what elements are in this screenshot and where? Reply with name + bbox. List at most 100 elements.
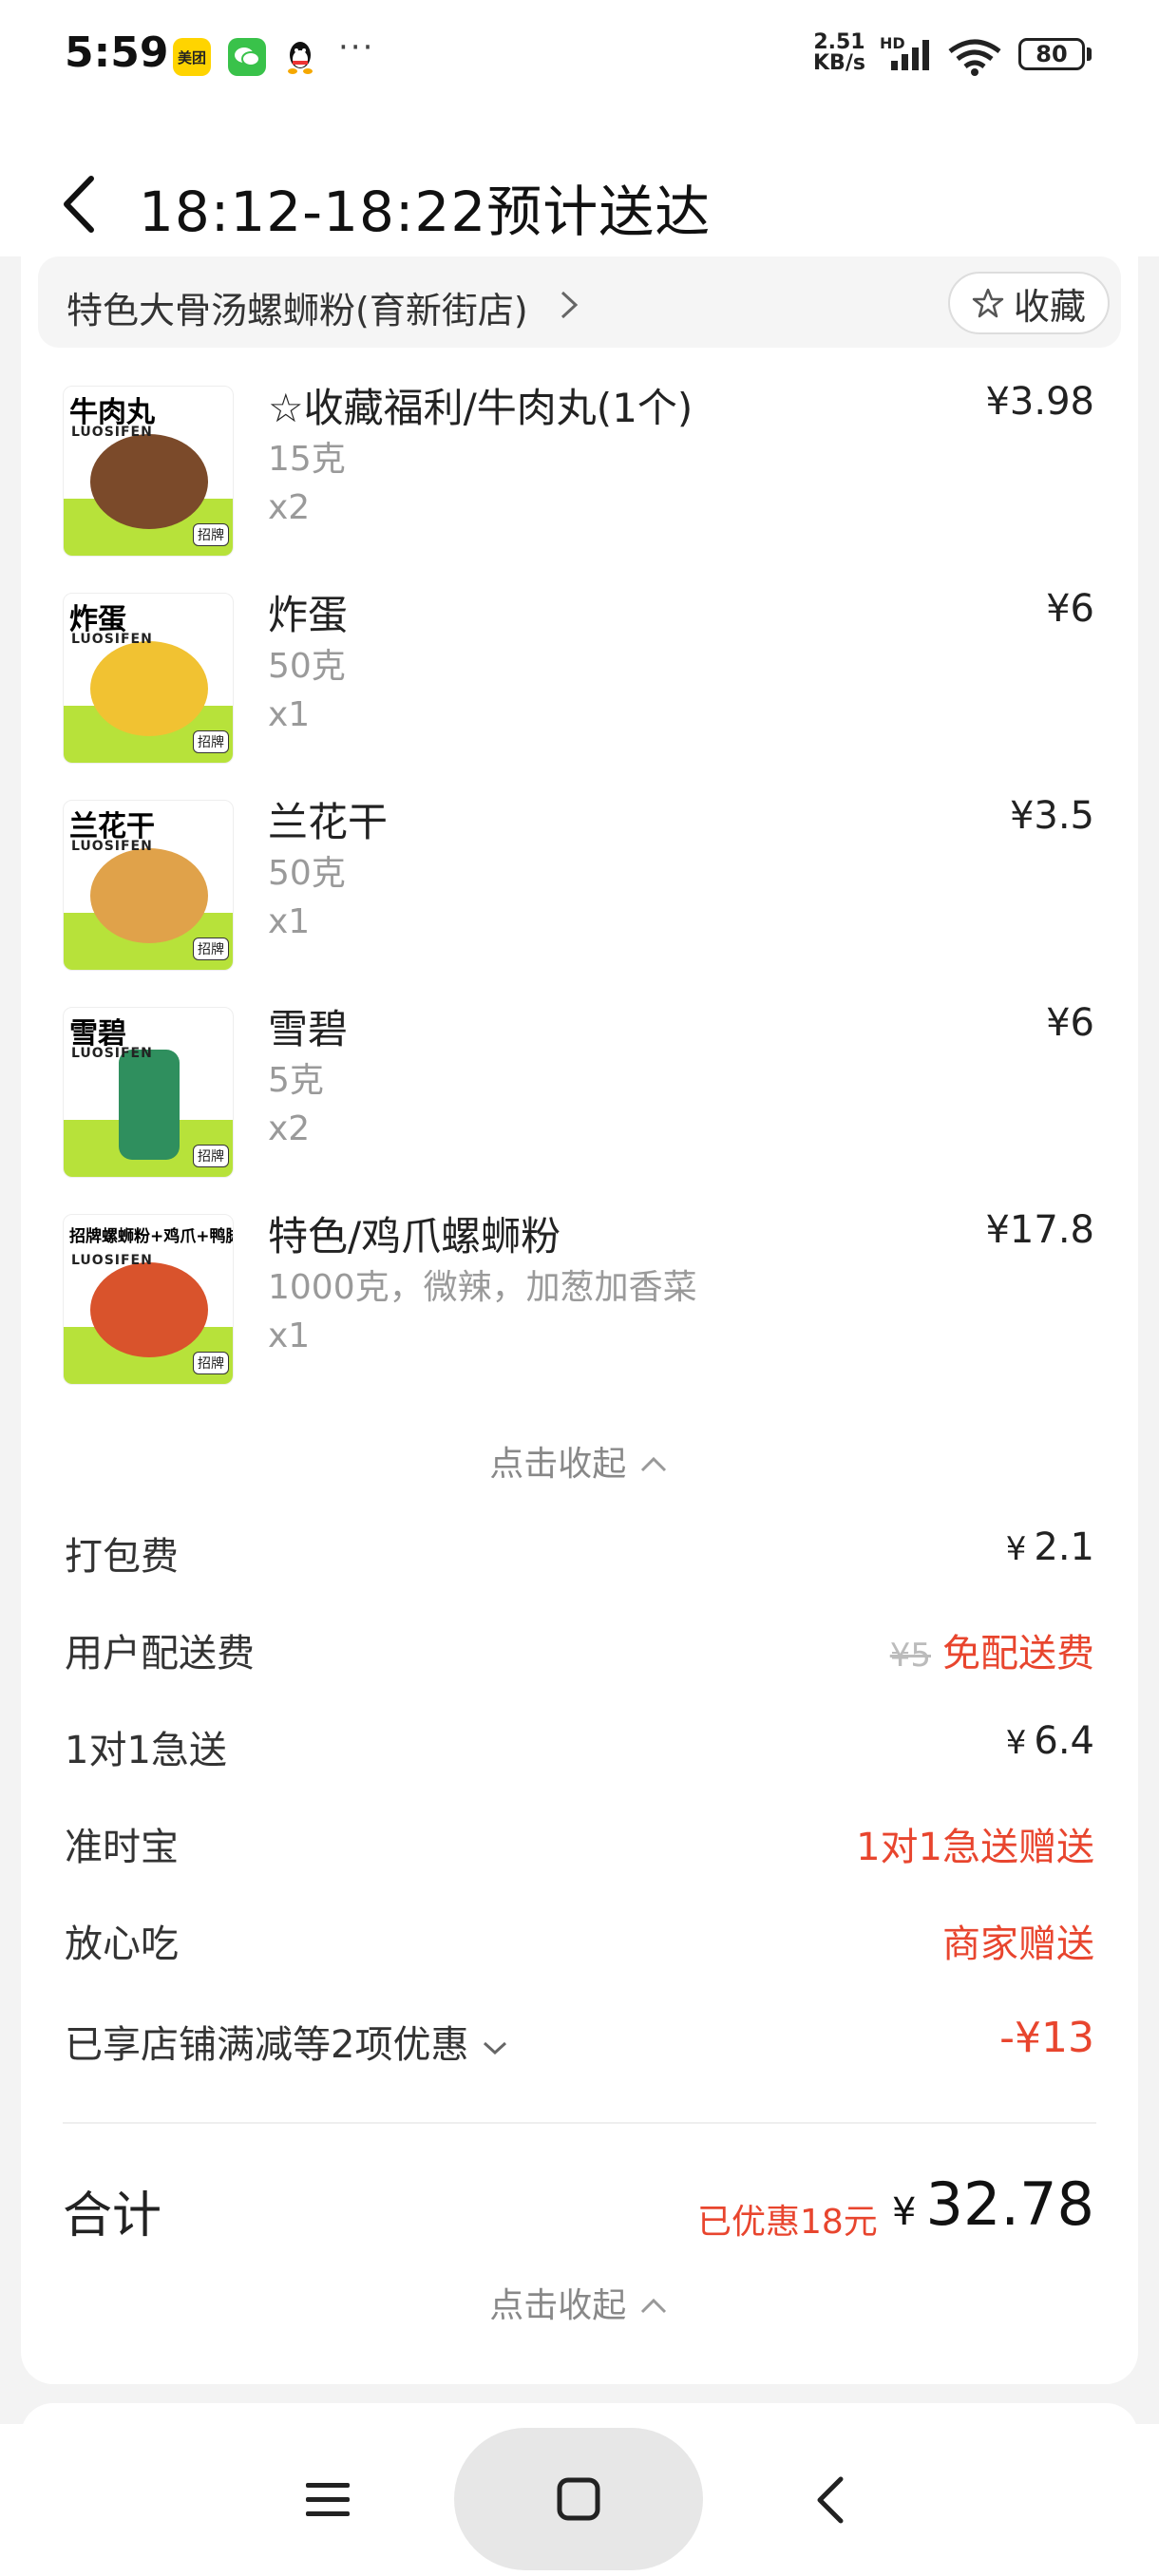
system-nav-bar [0, 2424, 1159, 2576]
express-fee-row: 1对1急送 ¥6.4 [21, 1719, 1138, 1786]
item-price: ¥6 [1046, 587, 1094, 631]
ontime-row: 准时宝 1对1急送赠送 [21, 1816, 1138, 1883]
item-thumbnail: 兰花干 LUOSIFEN 招牌 [63, 800, 234, 971]
menu-icon [306, 2483, 350, 2516]
net-speed-unit: KB/s [813, 51, 865, 75]
store-name[interactable]: 特色大骨汤螺蛳粉(育新街店) [66, 281, 528, 333]
item-quantity: x1 [268, 902, 311, 941]
chevron-down-icon [484, 2041, 507, 2055]
thumb-badge: 招牌 [193, 1352, 229, 1374]
battery-icon: 80 [1018, 38, 1085, 70]
thumb-badge: 招牌 [193, 730, 229, 753]
home-button[interactable] [454, 2428, 703, 2570]
safe-eat-row: 放心吃 商家赠送 [21, 1913, 1138, 1979]
discount-label[interactable]: 已享店铺满减等2项优惠 [65, 2014, 509, 2069]
item-thumbnail: 牛肉丸 LUOSIFEN 招牌 [63, 386, 234, 557]
chevron-right-icon [560, 291, 579, 319]
fee-value: ¥2.1 [1006, 1525, 1094, 1569]
order-item: 牛肉丸 LUOSIFEN 招牌 ☆收藏福利/牛肉丸(1个) 15克 x2 ¥3.… [21, 380, 1138, 576]
net-speed-value: 2.51 [813, 30, 865, 54]
item-spec: 50克 [268, 647, 346, 686]
fee-value: ¥5 免配送费 [890, 1622, 1094, 1677]
thumb-badge: 招牌 [193, 938, 229, 960]
discount-amount: -¥13 [999, 2014, 1094, 2062]
back-button[interactable] [770, 2434, 893, 2567]
collapse-label: 点击收起 [489, 1445, 627, 1484]
qq-icon [281, 38, 319, 76]
order-item: 兰花干 LUOSIFEN 招牌 兰花干 50克 x1 ¥3.5 [21, 794, 1138, 990]
ontime-value: 1对1急送赠送 [856, 1826, 1094, 1869]
food-image [90, 434, 208, 529]
item-name: 兰花干 [268, 799, 389, 845]
signal-icon [891, 40, 929, 70]
thumb-title: 招牌螺蛳粉+鸡爪+鸭脚 [69, 1227, 234, 1246]
order-item: 雪碧 LUOSIFEN 招牌 雪碧 5克 x2 ¥6 [21, 1001, 1138, 1197]
back-icon [817, 2476, 844, 2524]
fee-label: 打包费 [65, 1535, 179, 1579]
delivery-fee-row: 用户配送费 ¥5 免配送费 [21, 1622, 1138, 1689]
food-image [90, 848, 208, 943]
total-saved: 已优惠18元 [697, 2203, 878, 2242]
packing-fee-row: 打包费 ¥2.1 [21, 1525, 1138, 1592]
collapse-items-link[interactable]: 点击收起 [21, 1436, 1138, 1486]
clock: 5:59 [65, 28, 169, 77]
back-arrow-icon[interactable] [55, 171, 103, 237]
currency-symbol: ¥ [1005, 1724, 1027, 1762]
fee-label: 用户配送费 [65, 1632, 255, 1676]
item-price: ¥3.98 [985, 380, 1094, 424]
currency-symbol: ¥ [892, 2190, 917, 2234]
more-notifications-icon: ··· [338, 28, 375, 66]
item-name: 特色/鸡爪螺蛳粉 [268, 1213, 561, 1260]
item-quantity: x2 [268, 488, 311, 527]
food-image [90, 1262, 208, 1357]
thumb-subtitle: LUOSIFEN [71, 1046, 153, 1061]
favorite-label: 收藏 [1013, 285, 1086, 328]
discount-row[interactable]: 已享店铺满减等2项优惠 -¥13 [21, 2014, 1138, 2080]
page-title: 18:12-18:22预计送达 [139, 180, 712, 244]
item-quantity: x1 [268, 1316, 311, 1355]
item-thumbnail: 招牌螺蛳粉+鸡爪+鸭脚 LUOSIFEN 招牌 [63, 1214, 234, 1385]
fee-label: 准时宝 [65, 1826, 179, 1869]
food-image [90, 641, 208, 736]
order-item: 招牌螺蛳粉+鸡爪+鸭脚 LUOSIFEN 招牌 特色/鸡爪螺蛳粉 1000克，微… [21, 1208, 1138, 1404]
item-quantity: x1 [268, 695, 311, 734]
fee-value: ¥6.4 [1006, 1719, 1094, 1763]
network-speed: 2.51 KB/s [813, 32, 865, 74]
chevron-up-icon [640, 1456, 666, 1472]
store-bar[interactable]: 特色大骨汤螺蛳粉(育新街店) 收藏 [38, 256, 1121, 348]
meituan-icon: 美团 [173, 38, 211, 76]
collapse-label: 点击收起 [489, 2286, 627, 2325]
item-thumbnail: 炸蛋 LUOSIFEN 招牌 [63, 593, 234, 764]
collapse-fees-link[interactable]: 点击收起 [21, 2278, 1138, 2327]
discount-text: 已享店铺满减等2项优惠 [65, 2023, 469, 2067]
thumb-subtitle: LUOSIFEN [71, 839, 153, 854]
order-item: 炸蛋 LUOSIFEN 招牌 炸蛋 50克 x1 ¥6 [21, 587, 1138, 783]
item-spec: 1000克，微辣，加葱加香菜 [268, 1268, 697, 1307]
safe-eat-value: 商家赠送 [942, 1923, 1094, 1966]
favorite-button[interactable]: 收藏 [948, 272, 1110, 334]
battery-tip [1087, 47, 1092, 61]
wechat-icon [228, 38, 266, 76]
item-name: 炸蛋 [268, 592, 349, 638]
express-fee-amount: 6.4 [1034, 1719, 1094, 1763]
thumb-badge: 招牌 [193, 1145, 229, 1167]
thumb-subtitle: LUOSIFEN [71, 632, 153, 647]
item-price: ¥3.5 [1009, 794, 1094, 838]
fee-label: 1对1急送 [65, 1729, 227, 1772]
soda-can-image [119, 1050, 180, 1160]
fee-label: 放心吃 [65, 1923, 179, 1966]
thumb-badge: 招牌 [193, 523, 229, 546]
item-name: 雪碧 [268, 1006, 349, 1052]
item-spec: 5克 [268, 1061, 324, 1100]
item-price: ¥6 [1046, 1001, 1094, 1045]
thumb-subtitle: LUOSIFEN [71, 425, 153, 440]
wifi-icon [948, 39, 1001, 76]
status-bar: 5:59 美团 ··· 2.51 KB/s HD 80 [0, 0, 1159, 114]
item-thumbnail: 雪碧 LUOSIFEN 招牌 [63, 1007, 234, 1178]
packing-fee-amount: 2.1 [1034, 1525, 1094, 1569]
thumb-subtitle: LUOSIFEN [71, 1253, 153, 1268]
item-quantity: x2 [268, 1109, 311, 1148]
menu-button[interactable] [266, 2434, 390, 2567]
item-spec: 15克 [268, 440, 346, 479]
total-value: 32.78 [925, 2169, 1095, 2239]
